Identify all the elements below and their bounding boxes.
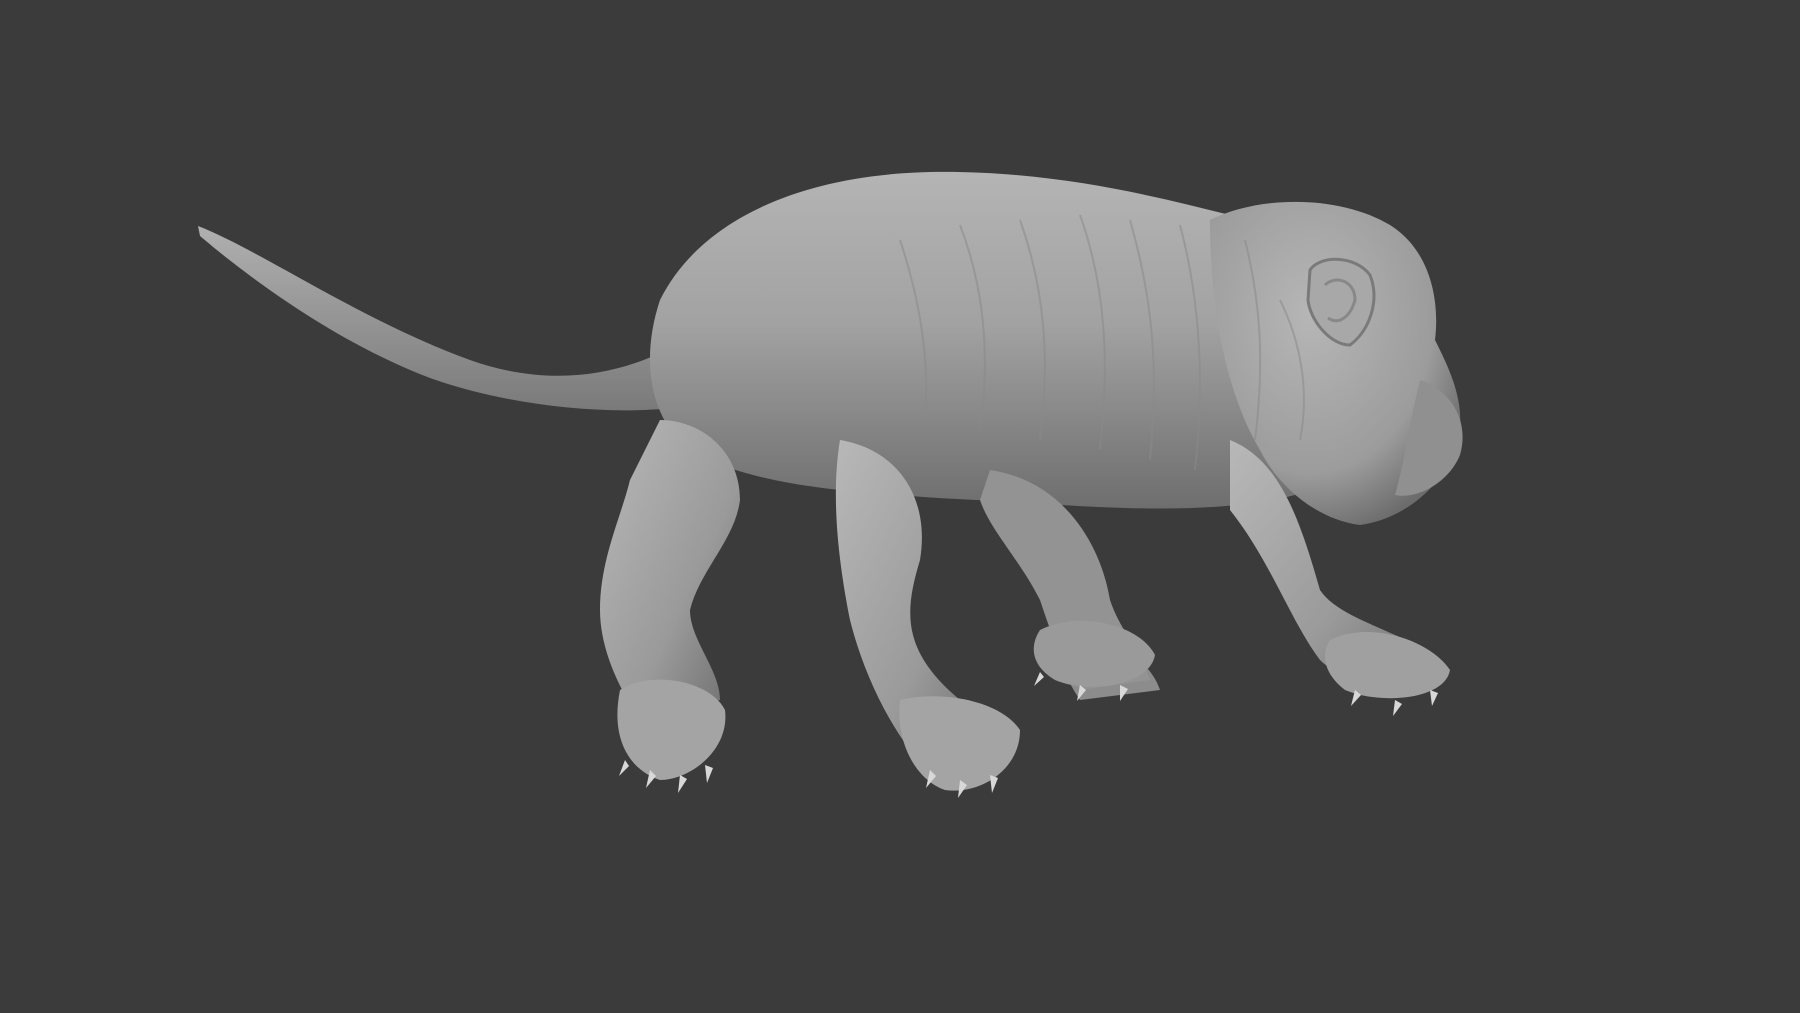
tail bbox=[198, 226, 720, 411]
sculpt-model-render bbox=[198, 171, 1463, 798]
near-hind-leg bbox=[600, 420, 740, 720]
middle-paw bbox=[899, 696, 1020, 791]
front-paw bbox=[1325, 631, 1450, 699]
near-hind-paw bbox=[617, 679, 726, 780]
sculpt-viewport[interactable] bbox=[0, 0, 1800, 1013]
claws bbox=[619, 672, 1438, 798]
far-hind-paw bbox=[1033, 620, 1155, 687]
